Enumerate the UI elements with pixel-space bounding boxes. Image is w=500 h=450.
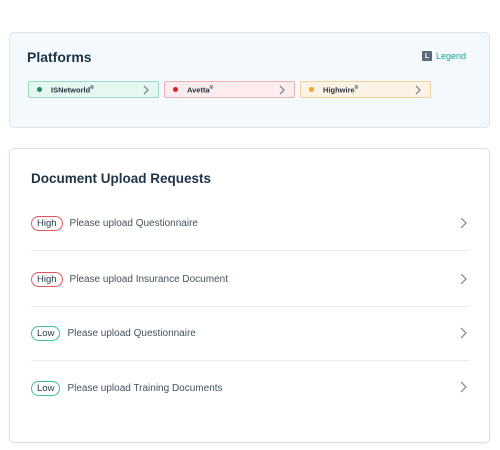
platform-chip-isnetworld[interactable]: ISNetworld® <box>28 81 159 98</box>
status-dot-icon <box>309 87 314 92</box>
chevron-right-icon <box>460 327 467 339</box>
document-request-row[interactable]: Low Please upload Training Documents <box>31 361 469 415</box>
platforms-title: Platforms <box>27 49 92 65</box>
chevron-right-icon <box>460 273 467 285</box>
platform-chips: ISNetworld® Avetta® Highwire® <box>28 81 431 98</box>
legend-link[interactable]: L Legend <box>421 51 466 61</box>
platforms-card: Platforms L Legend ISNetworld® Avetta® H… <box>9 32 490 128</box>
status-dot-icon <box>173 87 178 92</box>
chevron-right-icon <box>460 217 467 229</box>
status-dot-icon <box>37 87 42 92</box>
document-request-row[interactable]: High Please upload Insurance Document <box>31 253 469 307</box>
document-requests-title: Document Upload Requests <box>31 171 212 186</box>
chevron-right-icon <box>415 85 421 95</box>
platform-name: Highwire® <box>323 84 359 95</box>
priority-badge: High <box>31 272 63 287</box>
chevron-right-icon <box>460 381 467 393</box>
platform-name: Avetta® <box>187 84 214 95</box>
request-text: Please upload Questionnaire <box>69 218 198 229</box>
document-request-row[interactable]: High Please upload Questionnaire <box>31 197 469 251</box>
priority-badge: Low <box>31 326 61 341</box>
platform-chip-avetta[interactable]: Avetta® <box>164 81 295 98</box>
legend-label: Legend <box>435 51 466 61</box>
legend-icon: L <box>421 51 432 61</box>
priority-badge: Low <box>31 380 61 396</box>
request-text: Please upload Insurance Document <box>69 274 228 285</box>
request-text: Please upload Questionnaire <box>67 328 196 339</box>
document-requests-card: Document Upload Requests High Please upl… <box>9 148 490 443</box>
chevron-right-icon <box>143 85 149 95</box>
priority-badge: High <box>31 216 63 231</box>
chevron-right-icon <box>279 85 285 95</box>
platform-chip-highwire[interactable]: Highwire® <box>300 81 431 98</box>
request-text: Please upload Training Documents <box>67 382 223 394</box>
platform-name: ISNetworld® <box>51 84 94 95</box>
document-request-row[interactable]: Low Please upload Questionnaire <box>31 307 469 361</box>
